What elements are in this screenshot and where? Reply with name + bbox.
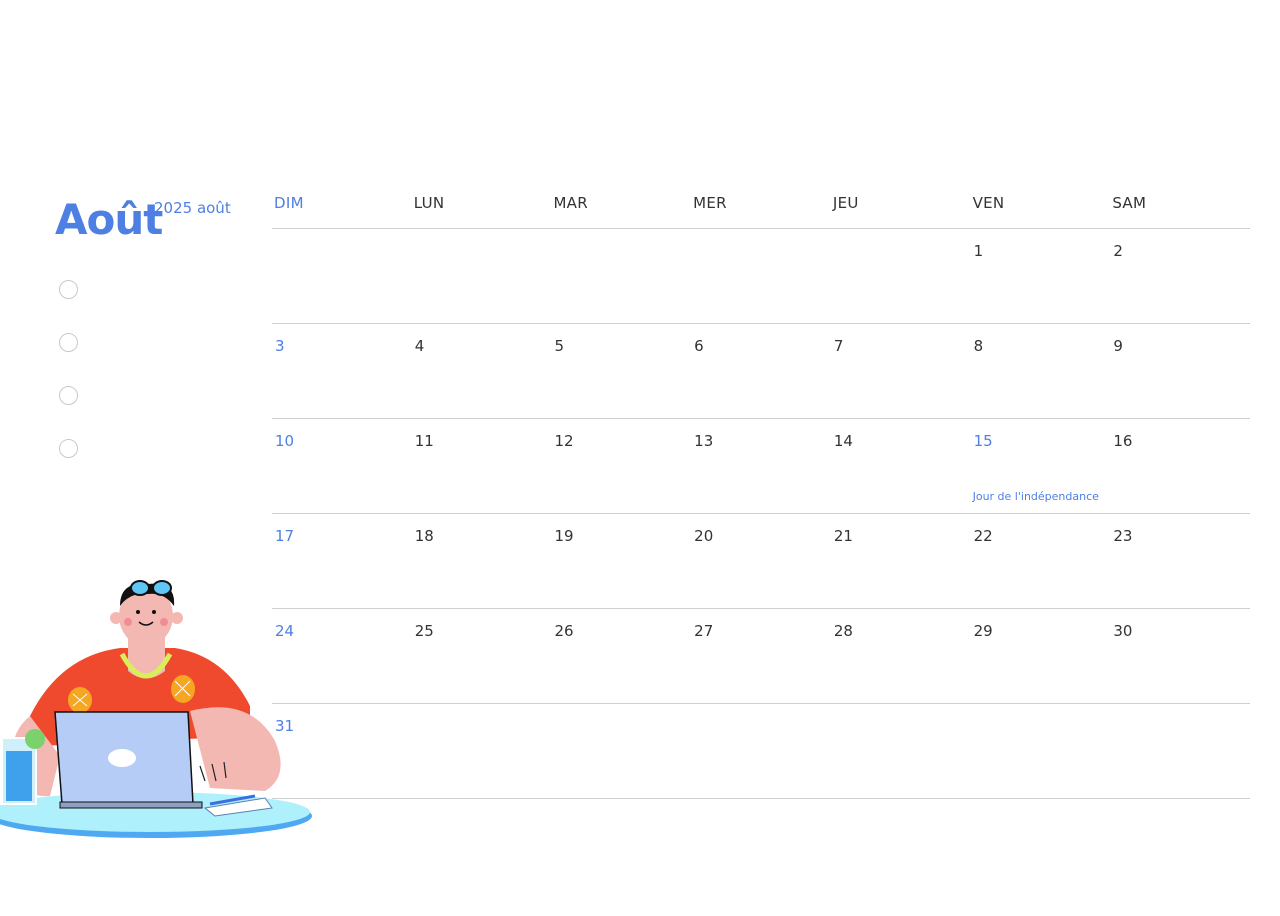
day-cell	[551, 704, 691, 798]
day-number: 28	[833, 622, 853, 640]
day-number: 23	[1113, 527, 1133, 545]
day-number: 2	[1113, 242, 1123, 260]
day-cell[interactable]: 30	[1110, 609, 1250, 703]
day-cell	[272, 229, 412, 323]
day-cell[interactable]: 27	[691, 609, 831, 703]
day-cell[interactable]: 28	[831, 609, 971, 703]
week-row: 24 25 26 27 28 29 30	[272, 609, 1250, 704]
day-cell[interactable]: 14	[831, 419, 971, 513]
day-cell	[691, 704, 831, 798]
day-cell[interactable]: 26	[551, 609, 691, 703]
day-cell[interactable]: 10	[272, 419, 412, 513]
person-with-laptop-illustration	[0, 580, 312, 838]
day-cell[interactable]: 2	[1110, 229, 1250, 323]
day-cell	[831, 704, 971, 798]
day-cell	[412, 229, 552, 323]
week-row: 31	[272, 704, 1250, 799]
day-cell[interactable]: 5	[551, 324, 691, 418]
week-row: 3 4 5 6 7 8 9	[272, 324, 1250, 419]
weekday-label: MAR	[553, 194, 588, 212]
weekday-label: JEU	[832, 194, 859, 212]
day-number: 6	[694, 337, 704, 355]
day-cell[interactable]: 9	[1110, 324, 1250, 418]
day-number: 25	[414, 622, 434, 640]
day-cell	[971, 704, 1111, 798]
weekday-label: VEN	[972, 194, 1005, 212]
day-cell[interactable]: 3	[272, 324, 412, 418]
day-number: 27	[694, 622, 714, 640]
day-number: 9	[1113, 337, 1123, 355]
day-number: 29	[973, 622, 993, 640]
day-number: 26	[554, 622, 574, 640]
day-number: 8	[973, 337, 984, 355]
week-row: 17 18 19 20 21 22 23	[272, 514, 1250, 609]
calendar-grid: DIM LUN MAR MER JEU VEN SAM 1 2 3 4 5 6 7 8 9 10 11 12 13 1…	[272, 180, 1250, 799]
day-cell	[412, 704, 552, 798]
day-cell[interactable]: 21	[831, 514, 971, 608]
day-cell[interactable]: 29	[971, 609, 1111, 703]
day-cell[interactable]: 6	[691, 324, 831, 418]
checklist-item[interactable]	[59, 333, 79, 353]
weekday-label: SAM	[1112, 194, 1147, 212]
year-label: 2025 août	[154, 199, 231, 217]
day-number: 20	[694, 527, 714, 545]
checkbox-circle-icon[interactable]	[59, 333, 78, 352]
day-number: 18	[414, 527, 434, 545]
checklist-item[interactable]	[59, 386, 79, 406]
day-number: 5	[554, 337, 564, 355]
day-number: 19	[554, 527, 574, 545]
weekday-label: DIM	[274, 194, 304, 212]
checkbox-circle-icon[interactable]	[59, 386, 78, 405]
day-number: 17	[275, 527, 295, 545]
day-number: 11	[414, 432, 434, 450]
day-cell	[551, 229, 691, 323]
day-cell[interactable]: 12	[551, 419, 691, 513]
month-title: Août	[55, 195, 163, 244]
day-cell[interactable]: 7	[831, 324, 971, 418]
day-number: 7	[833, 337, 844, 355]
day-cell[interactable]: 23	[1110, 514, 1250, 608]
day-number: 13	[694, 432, 714, 450]
checkbox-circle-icon[interactable]	[59, 280, 78, 299]
day-cell	[831, 229, 971, 323]
day-number: 1	[973, 242, 984, 260]
checklist-item[interactable]	[59, 439, 79, 459]
day-cell[interactable]: 11	[412, 419, 552, 513]
day-cell[interactable]: 1	[971, 229, 1111, 323]
day-cell[interactable]: 20	[691, 514, 831, 608]
checklist-item[interactable]	[59, 280, 79, 300]
week-row: 12	[272, 229, 1250, 324]
day-cell	[1110, 704, 1250, 798]
day-cell[interactable]: 19	[551, 514, 691, 608]
day-number: 12	[554, 432, 574, 450]
day-number: 14	[833, 432, 853, 450]
day-cell[interactable]: 8	[971, 324, 1111, 418]
day-number: 30	[1113, 622, 1133, 640]
day-cell[interactable]: 13	[691, 419, 831, 513]
weekday-label: MER	[693, 194, 727, 212]
day-number: 21	[833, 527, 853, 545]
weekday-header: DIM LUN MAR MER JEU VEN SAM	[272, 180, 1250, 229]
day-number: 16	[1113, 432, 1133, 450]
day-cell[interactable]: 18	[412, 514, 552, 608]
day-number: 4	[414, 337, 425, 355]
weekday-label: LUN	[413, 194, 445, 212]
week-row: 10 11 12 13 14 15 Jour de l'indépendance 16	[272, 419, 1250, 514]
day-cell[interactable]: 16	[1110, 419, 1250, 513]
holiday-label: Jour de l'indépendance	[972, 490, 1099, 503]
day-cell[interactable]: 15 Jour de l'indépendance	[971, 419, 1111, 513]
day-number: 15	[973, 432, 993, 450]
checkbox-circle-icon[interactable]	[59, 439, 78, 458]
day-number: 10	[275, 432, 295, 450]
calendar-weeks: 1 2 3 4 5 6 7 8 9 10 11 12 13 14 15 Jour de l'indépenda…	[272, 229, 1250, 799]
day-number: 3	[275, 337, 285, 355]
day-cell[interactable]: 4	[412, 324, 552, 418]
day-cell[interactable]: 22	[971, 514, 1111, 608]
checklist	[59, 280, 79, 492]
day-cell	[691, 229, 831, 323]
day-number: 22	[973, 527, 993, 545]
day-cell[interactable]: 25	[412, 609, 552, 703]
